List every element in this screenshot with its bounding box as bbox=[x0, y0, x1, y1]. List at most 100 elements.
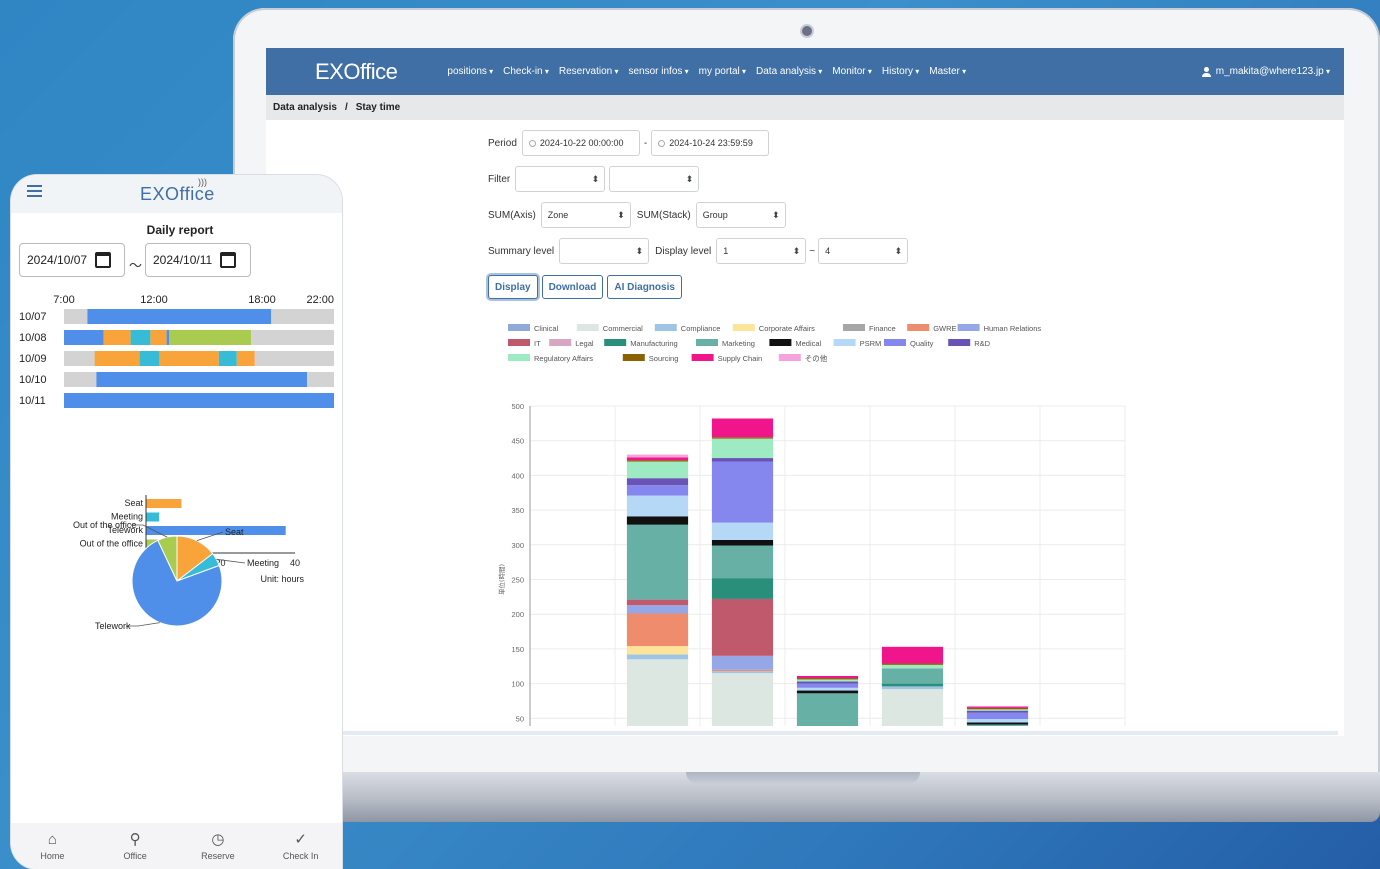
bar-segment bbox=[626, 605, 689, 614]
legend-swatch bbox=[508, 339, 530, 346]
date-from-value: 2024/10/07 bbox=[27, 253, 88, 267]
download-button[interactable]: Download bbox=[541, 275, 604, 299]
display-level-from-select[interactable]: 1 bbox=[716, 238, 807, 264]
bar-segment bbox=[711, 673, 774, 726]
bar-segment bbox=[966, 712, 1029, 719]
nav-data-analysis[interactable]: Data analysis bbox=[756, 66, 822, 77]
camera bbox=[802, 26, 812, 36]
bar-segment bbox=[626, 599, 689, 606]
bar-segment bbox=[626, 646, 689, 655]
sum-axis-select[interactable]: Zone bbox=[540, 202, 631, 228]
breadcrumb-parent[interactable]: Data analysis bbox=[273, 102, 337, 113]
filter-select-1[interactable] bbox=[515, 166, 606, 192]
clock-icon bbox=[528, 139, 536, 147]
breadcrumb-separator: / bbox=[344, 102, 348, 113]
legend-swatch bbox=[696, 339, 718, 346]
nav-history[interactable]: History bbox=[882, 66, 919, 77]
timeline-segment bbox=[64, 393, 334, 408]
wifi-icon: ))) bbox=[198, 177, 207, 187]
legend-label: R&D bbox=[974, 339, 990, 348]
legend-label: Quality bbox=[910, 339, 934, 348]
legend-swatch bbox=[576, 324, 599, 331]
nav-positions[interactable]: positions bbox=[447, 66, 493, 77]
bar-segment bbox=[966, 707, 1029, 710]
pie-label: Seat bbox=[225, 527, 244, 537]
calendar-icon[interactable] bbox=[220, 252, 237, 268]
legend-swatch bbox=[604, 339, 627, 346]
menu-icon[interactable] bbox=[27, 185, 42, 197]
bar-segment bbox=[626, 516, 689, 525]
bar-segment bbox=[881, 646, 944, 664]
user-menu[interactable]: m_makita@where123.jp bbox=[1201, 66, 1330, 77]
legend-swatch bbox=[654, 324, 677, 331]
date-from-input[interactable]: 2024/10/07 bbox=[19, 243, 125, 277]
phone-charts: 7:00 12:00 18:00 22:00 10/07 10/08 10/09 10/10 1… bbox=[19, 294, 334, 631]
nav-check-in[interactable]: Check-in bbox=[503, 66, 549, 77]
sum-stack-select[interactable]: Group bbox=[695, 202, 786, 228]
date-to-value: 2024/10/11 bbox=[153, 253, 213, 267]
breadcrumb: Data analysis / Stay time bbox=[266, 95, 1344, 120]
navbar: EXOffice positions Check-in Reservation … bbox=[266, 48, 1344, 95]
display-level-to-select[interactable]: 4 bbox=[818, 238, 909, 264]
timeline-segment bbox=[130, 330, 151, 345]
bar-segment bbox=[626, 457, 689, 461]
hours-bar bbox=[146, 512, 160, 522]
bar-segment bbox=[711, 461, 774, 523]
pie-label: Telework bbox=[95, 621, 131, 631]
date-to-input[interactable]: 2024/10/11 bbox=[145, 243, 251, 277]
display-button[interactable]: Display bbox=[488, 275, 538, 299]
period-to-input[interactable]: 2024-10-24 23:59:59 bbox=[651, 130, 770, 156]
y-tick-label: 100 bbox=[511, 680, 524, 689]
bar-segment bbox=[711, 578, 774, 599]
calendar-icon[interactable] bbox=[95, 252, 112, 268]
legend-label: Finance bbox=[869, 324, 896, 333]
timeline-hour-label: 18:00 bbox=[248, 294, 276, 306]
tab-reserve[interactable]: ◷ Reserve bbox=[183, 831, 253, 861]
bar-segment bbox=[796, 683, 859, 688]
legend-swatch bbox=[884, 339, 906, 346]
pie-label: Meeting bbox=[247, 558, 279, 568]
nav-sensor-infos[interactable]: sensor infos bbox=[628, 66, 688, 77]
nav-my-portal[interactable]: my portal bbox=[699, 66, 746, 77]
legend-label: Corporate Affairs bbox=[759, 324, 815, 333]
filter-select-2[interactable] bbox=[609, 166, 700, 192]
bar-segment bbox=[966, 710, 1029, 713]
period-from-value: 2024-10-22 00:00:00 bbox=[539, 138, 624, 148]
timeline-segment bbox=[236, 351, 255, 366]
bar-segment bbox=[711, 458, 774, 462]
clock-icon: ◷ bbox=[211, 831, 225, 848]
clock-icon bbox=[658, 139, 666, 147]
legend-label: IT bbox=[534, 339, 541, 348]
nav-reservation[interactable]: Reservation bbox=[559, 66, 619, 77]
period-from-input[interactable]: 2024-10-22 00:00:00 bbox=[521, 130, 640, 156]
hours-unit-label: Unit: hours bbox=[260, 574, 304, 584]
hours-category-label: Out of the office bbox=[80, 539, 143, 549]
user-email[interactable]: m_makita@where123.jp bbox=[1216, 66, 1330, 77]
bar-segment bbox=[626, 461, 689, 479]
period-dash: - bbox=[643, 137, 648, 149]
legend-label: Clinical bbox=[534, 324, 559, 333]
phone-app: EXOffice ))) Daily report 2024/10/07 ～ 2… bbox=[11, 175, 342, 869]
bar-segment bbox=[626, 654, 689, 660]
legend-swatch bbox=[508, 324, 530, 331]
legend-label: Supply Chain bbox=[718, 354, 763, 363]
legend-label: Legal bbox=[575, 339, 594, 348]
bar-segment bbox=[711, 669, 774, 672]
y-tick-label: 150 bbox=[511, 645, 524, 654]
tab-check-in[interactable]: ✓ Check In bbox=[266, 831, 336, 861]
summary-level-select[interactable] bbox=[559, 238, 650, 264]
tab-home[interactable]: ⌂ Home bbox=[17, 831, 87, 861]
bar-segment bbox=[626, 454, 689, 458]
timeline-segment bbox=[254, 351, 334, 366]
period-label: Period bbox=[488, 137, 517, 149]
brand-logo[interactable]: EXOffice bbox=[315, 59, 398, 85]
bar-segment bbox=[711, 598, 774, 656]
legend-swatch bbox=[948, 339, 971, 346]
tab-office[interactable]: ⚲ Office bbox=[100, 831, 170, 861]
ai-diagnosis-button[interactable]: AI Diagnosis bbox=[607, 275, 682, 299]
hours-x-tick-label: 40 bbox=[290, 558, 300, 568]
legend-label: Regulatory Affairs bbox=[534, 354, 593, 363]
period-to-value: 2024-10-24 23:59:59 bbox=[669, 138, 753, 148]
nav-master[interactable]: Master bbox=[929, 66, 966, 77]
nav-monitor[interactable]: Monitor bbox=[832, 66, 872, 77]
